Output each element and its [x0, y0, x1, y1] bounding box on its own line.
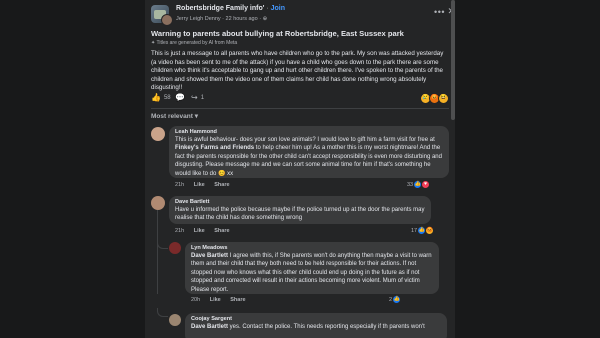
comment-sort-dropdown[interactable]: Most relevant ▾ [151, 112, 198, 120]
angry-reaction-icon: 😡 [426, 227, 434, 234]
more-options-icon[interactable]: ••• [434, 7, 445, 17]
ai-title-note: ✦ Titles are generated by AI from Meta [151, 40, 237, 46]
like-reaction-icon: 👍 [393, 296, 401, 303]
reaction-summary[interactable]: 😢 😡 😆 [420, 93, 449, 104]
replier-name[interactable]: Coojay Sargent [191, 316, 441, 322]
comment-like-button[interactable]: Like [194, 228, 205, 234]
reply-time[interactable]: 20h [191, 297, 200, 303]
reaction-count: 33 [407, 181, 414, 188]
reply-like-button[interactable]: Like [210, 297, 221, 303]
comment-text: Have u informed the police because maybe… [175, 207, 425, 222]
commenter-avatar[interactable] [151, 196, 165, 210]
reply-connector [157, 308, 168, 317]
like-stat[interactable]: 👍 58 [151, 93, 171, 102]
commenter-name[interactable]: Leah Hammond [175, 129, 443, 135]
reply-connector [157, 240, 168, 249]
like-reaction-icon: 👍 [414, 181, 422, 188]
commenter-name[interactable]: Dave Bartlett [175, 199, 425, 205]
replier-avatar[interactable] [169, 314, 181, 326]
comment-actions: 21h Like Share [175, 228, 238, 234]
comment-time[interactable]: 21h [175, 182, 184, 188]
thread-line [157, 210, 158, 294]
share-count: 1 [200, 94, 205, 101]
comment-stat[interactable]: 💬 [175, 93, 185, 102]
group-line: Robertsbridge Family info' · Join [176, 5, 285, 12]
reply-actions: 20h Like Share [191, 297, 254, 303]
post-meta: Jerry Leigh Denny · 22 hours ago · ⊕ [176, 16, 267, 22]
author-avatar[interactable] [161, 14, 173, 26]
comment-bubble: Dave Bartlett Have u informed the police… [169, 196, 431, 224]
ai-note-text: Titles are generated by AI from Meta [156, 40, 238, 46]
reply-share-button[interactable]: Share [230, 297, 245, 303]
comment-share-button[interactable]: Share [214, 182, 229, 188]
reaction-count: 2 [389, 296, 393, 303]
comment-bubble: Leah Hammond This is awful behaviour- do… [169, 126, 449, 178]
reply-text: Dave Bartlett I agree with this, if She … [191, 252, 433, 294]
comment-like-button[interactable]: Like [194, 182, 205, 188]
comment-share-button[interactable]: Share [214, 228, 229, 234]
scrollbar[interactable] [451, 0, 455, 338]
comment-actions: 21h Like Share [175, 182, 238, 188]
divider [151, 108, 449, 109]
reply-reactions[interactable]: 2 👍 [389, 296, 401, 303]
post-header: Robertsbridge Family info' · Join Jerry … [151, 4, 455, 26]
comment-reactions[interactable]: 33 👍 ♥ [407, 181, 430, 188]
comment-time[interactable]: 21h [175, 228, 184, 234]
globe-icon: ⊕ [262, 16, 268, 22]
reply-bubble: Coojay Sargent Dave Bartlett yes. Contac… [185, 313, 447, 338]
author-name[interactable]: Jerry Leigh Denny [176, 16, 221, 22]
post-time[interactable]: 22 hours ago [226, 16, 258, 22]
scrollbar-thumb[interactable] [451, 0, 455, 120]
comment-text-part: This is awful behaviour- does your son l… [175, 137, 435, 143]
post-panel: Robertsbridge Family info' · Join Jerry … [145, 0, 455, 338]
comment-text: This is awful behaviour- does your son l… [175, 136, 443, 178]
post-title: Warning to parents about bullying at Rob… [151, 29, 404, 38]
heart-reaction-icon: ♥ [422, 181, 430, 188]
replier-avatar[interactable] [169, 242, 181, 254]
like-reaction-icon: 👍 [418, 227, 426, 234]
thumbs-up-icon: 👍 [151, 93, 161, 102]
comment-mention[interactable]: Finkey's Farms and Friends [175, 145, 254, 151]
group-name[interactable]: Robertsbridge Family info' [176, 5, 264, 12]
share-icon: ↪ [191, 93, 198, 102]
join-button[interactable]: Join [271, 5, 285, 12]
commenter-avatar[interactable] [151, 127, 165, 141]
comment-reactions[interactable]: 17 👍 😡 [411, 227, 434, 234]
reaction-count: 17 [411, 227, 418, 234]
post-body: This is just a message to all parents wh… [151, 50, 444, 92]
reply-text: Dave Bartlett yes. Contact the police. T… [191, 323, 441, 331]
share-stat[interactable]: ↪ 1 [191, 93, 204, 102]
replier-name[interactable]: Lyn Meadows [191, 245, 433, 251]
reply-mention[interactable]: Dave Bartlett [191, 324, 228, 330]
comment-icon: 💬 [175, 93, 185, 102]
reply-bubble: Lyn Meadows Dave Bartlett I agree with t… [185, 242, 439, 294]
chevron-down-icon: ▾ [194, 113, 198, 120]
reply-text-part: yes. Contact the police. This needs repo… [228, 324, 425, 330]
like-count: 58 [163, 94, 171, 101]
sort-label: Most relevant [151, 113, 193, 120]
reply-text-part: I agree with this, if She parents won't … [191, 253, 432, 293]
reply-mention[interactable]: Dave Bartlett [191, 253, 228, 259]
haha-reaction-icon: 😆 [438, 93, 449, 104]
post-stats: 👍 58 💬 ↪ 1 😢 😡 😆 [151, 93, 449, 105]
